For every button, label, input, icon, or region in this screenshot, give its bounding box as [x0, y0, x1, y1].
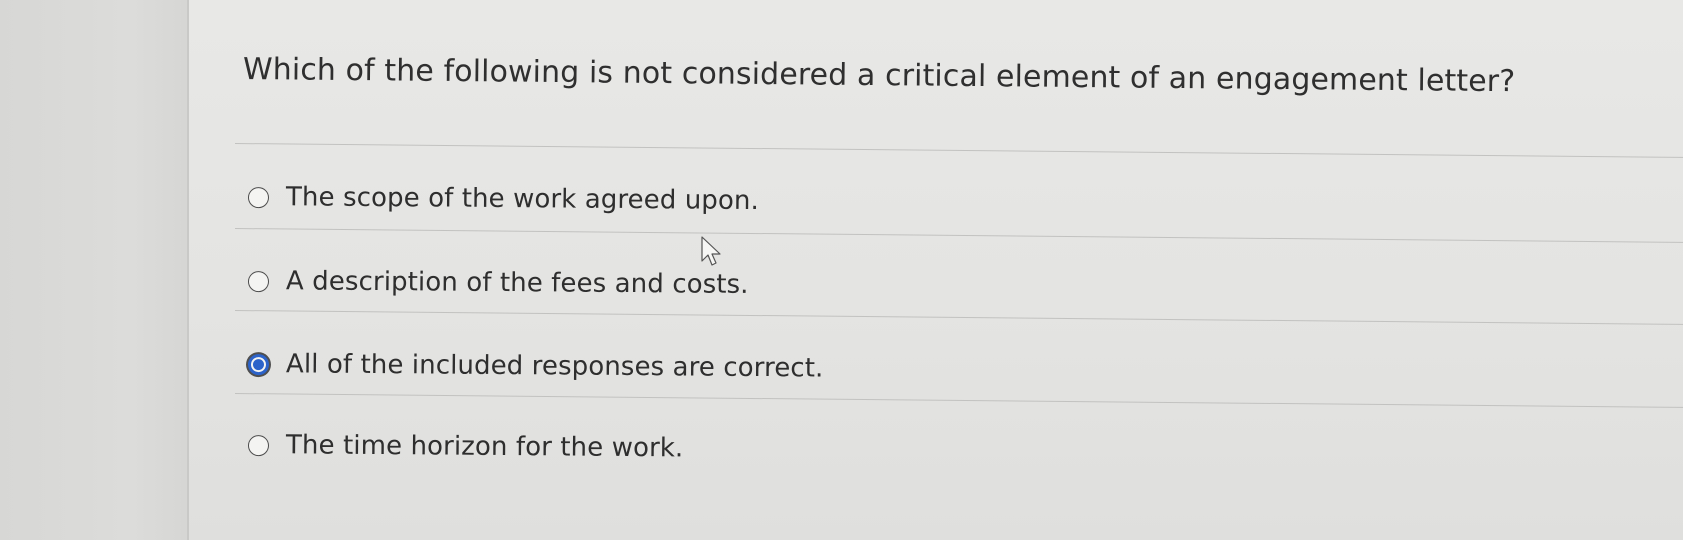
- answer-option-label[interactable]: The scope of the work agreed upon.: [286, 182, 759, 216]
- left-gutter: [0, 0, 187, 540]
- radio-button-unselected[interactable]: [247, 270, 270, 292]
- answer-option-4[interactable]: The time horizon for the work.: [247, 430, 684, 463]
- answer-option-label[interactable]: All of the included responses are correc…: [286, 349, 824, 383]
- radio-selected-dot: [252, 358, 265, 370]
- radio-button-selected[interactable]: [247, 353, 270, 375]
- mouse-pointer-icon: [701, 236, 721, 266]
- answer-option-3[interactable]: All of the included responses are correc…: [247, 349, 824, 384]
- answer-option-1[interactable]: The scope of the work agreed upon.: [247, 182, 759, 216]
- answer-option-label[interactable]: A description of the fees and costs.: [286, 266, 749, 300]
- radio-button-unselected[interactable]: [247, 434, 270, 456]
- answer-option-label[interactable]: The time horizon for the work.: [286, 430, 684, 463]
- answer-option-2[interactable]: A description of the fees and costs.: [247, 266, 749, 300]
- radio-button-unselected[interactable]: [247, 186, 270, 208]
